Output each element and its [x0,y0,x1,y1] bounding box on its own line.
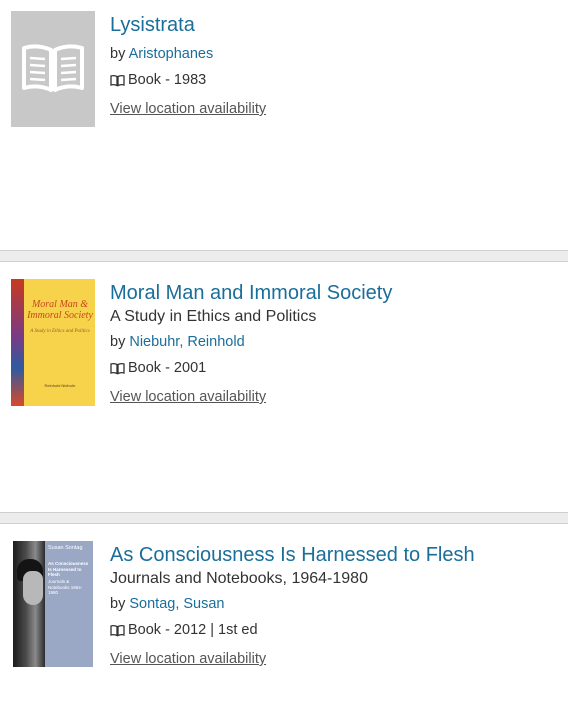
author-link[interactable]: Sontag, Susan [129,596,224,612]
cover-photo [13,541,45,667]
result-subtitle: A Study in Ethics and Politics [110,308,317,325]
format-text: Book - 2001 [128,360,207,376]
book-cover-placeholder[interactable] [11,11,95,127]
format-text: Book - 1983 [128,72,207,88]
cover-subtitle: A Study in Ethics and Politics [30,329,90,334]
book-cover[interactable]: Moral Man & Immoral Society A Study in E… [11,279,95,406]
result-title-link[interactable]: Lysistrata [110,13,562,37]
cover-spine-art [11,279,24,406]
format-text: Book - 2012 | 1st ed [128,622,258,638]
result-separator [0,512,568,524]
by-label: by [110,46,126,62]
byline: by Sontag, Susan [110,595,562,613]
format-line: Book - 2001 [110,359,562,377]
cover-title: Moral Man & Immoral Society [27,299,93,321]
by-label: by [110,334,126,350]
by-label: by [110,596,126,612]
view-availability-link[interactable]: View location availability [110,650,266,668]
result-info: As Consciousness Is Harnessed to Flesh J… [110,543,562,668]
format-line: Book - 1983 [110,71,562,89]
cover-author: Reinhold Niebuhr [44,383,76,388]
author-link[interactable]: Niebuhr, Reinhold [129,334,244,350]
cover-photo-face [23,571,43,605]
book-cover[interactable]: Susan Sontag As Consciousness Is Harness… [13,541,93,667]
byline: by Aristophanes [110,45,562,63]
cover-author: Susan Sontag [48,545,83,551]
view-availability-link[interactable]: View location availability [110,100,266,118]
book-format-icon [110,362,125,375]
result-title-link[interactable]: As Consciousness Is Harnessed to Flesh [110,543,562,567]
result-info: Lysistrata by Aristophanes Book - 1983 V… [110,13,562,118]
byline: by Niebuhr, Reinhold [110,333,562,351]
open-book-icon [22,44,84,92]
author-link[interactable]: Aristophanes [129,46,214,62]
cover-subtitle: Journals & Notebooks 1964-1980 [48,579,83,595]
result-title-link[interactable]: Moral Man and Immoral Society [110,281,562,305]
format-line: Book - 2012 | 1st ed [110,621,562,639]
result-subtitle: Journals and Notebooks, 1964-1980 [110,570,368,587]
book-format-icon [110,624,125,637]
book-format-icon [110,74,125,87]
cover-title: As Consciousness Is Harnessed to Flesh [48,561,89,577]
view-availability-link[interactable]: View location availability [110,388,266,406]
result-info: Moral Man and Immoral Society A Study in… [110,281,562,406]
result-separator [0,250,568,262]
